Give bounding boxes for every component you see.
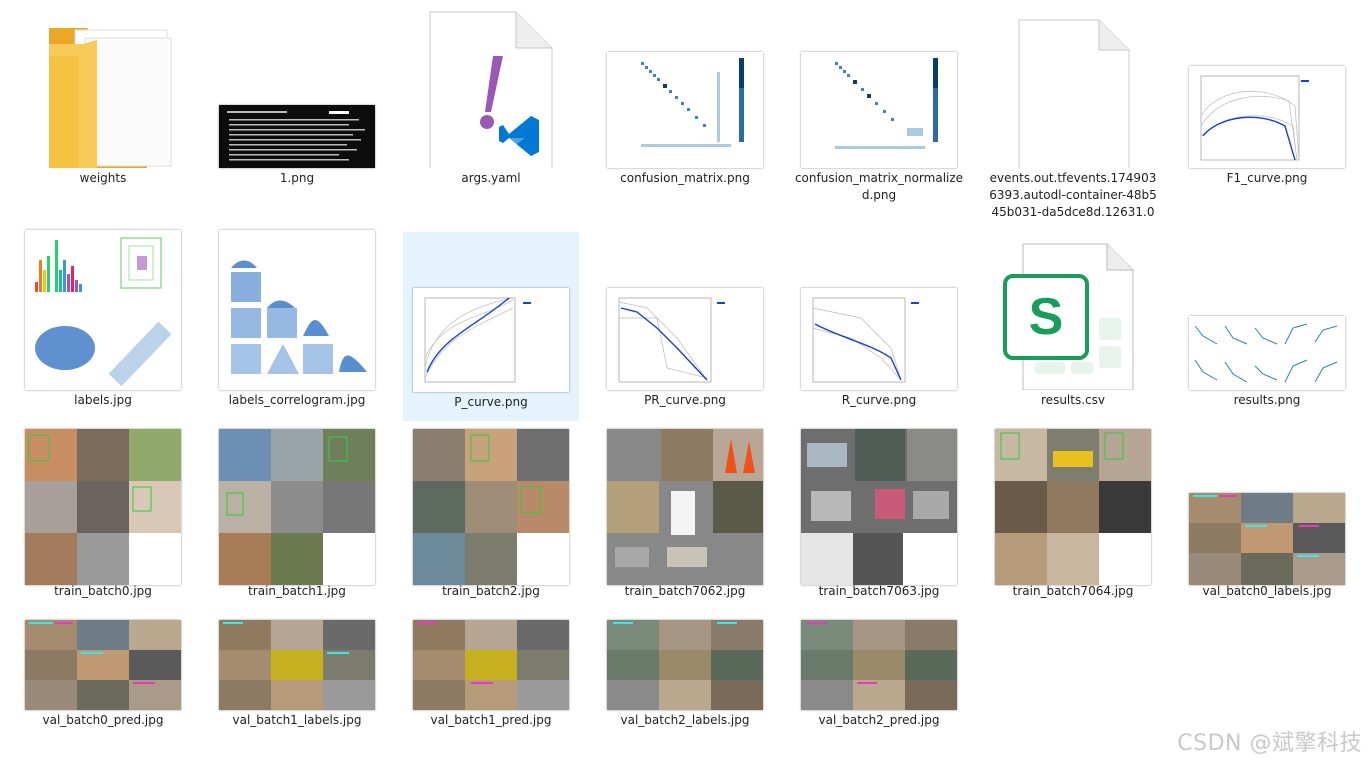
- file-label: P_curve.png: [454, 395, 528, 409]
- matrix-thumbnail: [607, 52, 763, 168]
- file-label: train_batch2.jpg: [442, 584, 540, 598]
- file-val-batch1-labels[interactable]: val_batch1_labels.jpg: [209, 612, 385, 729]
- file-pr-curve[interactable]: PR_curve.png: [597, 230, 773, 409]
- file-events-tfevents[interactable]: events.out.tfevents.1749036393.autodl-co…: [985, 8, 1161, 221]
- photo-mosaic-thumbnail: [219, 620, 375, 710]
- file-val-batch1-pred[interactable]: val_batch1_pred.jpg: [403, 612, 579, 729]
- photo-mosaic-thumbnail: [995, 429, 1151, 585]
- file-label: train_batch7062.jpg: [624, 584, 746, 598]
- photo-mosaic-thumbnail: [801, 429, 957, 585]
- yaml-vscode-icon: [413, 8, 569, 168]
- labels-thumbnail: [25, 230, 181, 390]
- file-val-batch0-pred[interactable]: val_batch0_pred.jpg: [15, 612, 191, 729]
- file-f1-curve[interactable]: F1_curve.png: [1179, 8, 1355, 187]
- file-train-batch7062[interactable]: train_batch7062.jpg: [597, 421, 773, 600]
- file-label: train_batch0.jpg: [54, 584, 152, 598]
- file-confusion-matrix-normalized[interactable]: confusion_matrix_normalized.png: [791, 8, 967, 204]
- watermark: CSDN @斌擎科技: [1177, 731, 1362, 756]
- file-label: val_batch2_labels.jpg: [620, 713, 750, 727]
- folder-icon: [25, 8, 181, 168]
- file-label: PR_curve.png: [644, 393, 726, 407]
- file-label: events.out.tfevents.1749036393.autodl-co…: [989, 171, 1157, 219]
- file-label: labels.jpg: [74, 393, 132, 407]
- file-label: confusion_matrix.png: [620, 171, 750, 185]
- photo-mosaic-thumbnail: [25, 620, 181, 710]
- curve-thumbnail: [607, 288, 763, 390]
- file-label: val_batch1_labels.jpg: [232, 713, 362, 727]
- photo-mosaic-thumbnail: [607, 429, 763, 585]
- file-label: 1.png: [279, 171, 315, 185]
- results-thumbnail: [1189, 316, 1345, 390]
- file-train-batch2[interactable]: train_batch2.jpg: [403, 421, 579, 600]
- file-label: val_batch2_pred.jpg: [818, 713, 940, 727]
- file-label: val_batch1_pred.jpg: [430, 713, 552, 727]
- file-results-png[interactable]: results.png: [1179, 230, 1355, 409]
- file-train-batch1[interactable]: train_batch1.jpg: [209, 421, 385, 600]
- photo-mosaic-thumbnail: [413, 620, 569, 710]
- photo-mosaic-thumbnail: [25, 429, 181, 585]
- terminal-thumbnail: [219, 105, 375, 168]
- file-label: R_curve.png: [841, 393, 917, 407]
- file-results-csv[interactable]: S results.csv: [985, 230, 1161, 409]
- file-labels-jpg[interactable]: labels.jpg: [15, 230, 191, 409]
- file-label: results.png: [1233, 393, 1301, 407]
- curve-thumbnail: [801, 288, 957, 390]
- file-label: labels_correlogram.jpg: [228, 393, 366, 407]
- file-label: train_batch7064.jpg: [1012, 584, 1134, 598]
- file-weights[interactable]: weights: [15, 8, 191, 187]
- file-train-batch7064[interactable]: train_batch7064.jpg: [985, 421, 1161, 600]
- file-label: F1_curve.png: [1226, 171, 1308, 185]
- file-label: weights: [79, 171, 127, 185]
- file-label: val_batch0_labels.jpg: [1202, 584, 1332, 598]
- file-label: results.csv: [1041, 393, 1105, 407]
- file-args-yaml[interactable]: args.yaml: [403, 8, 579, 187]
- file-val-batch2-pred[interactable]: val_batch2_pred.jpg: [791, 612, 967, 729]
- file-p-curve[interactable]: P_curve.png: [403, 232, 579, 421]
- photo-mosaic-thumbnail: [607, 620, 763, 710]
- file-label: train_batch1.jpg: [248, 584, 346, 598]
- svg-text:S: S: [1029, 288, 1064, 346]
- correlogram-thumbnail: [219, 230, 375, 390]
- file-label: args.yaml: [461, 171, 521, 185]
- file-val-batch2-labels[interactable]: val_batch2_labels.jpg: [597, 612, 773, 729]
- file-1-png[interactable]: 1.png: [209, 8, 385, 187]
- file-label: confusion_matrix_normalized.png: [794, 171, 964, 202]
- file-labels-correlogram[interactable]: labels_correlogram.jpg: [209, 230, 385, 409]
- spreadsheet-icon: S: [995, 230, 1151, 390]
- photo-mosaic-thumbnail: [219, 429, 375, 585]
- file-val-batch0-labels[interactable]: val_batch0_labels.jpg: [1179, 421, 1355, 600]
- file-train-batch0[interactable]: train_batch0.jpg: [15, 421, 191, 600]
- file-label: val_batch0_pred.jpg: [42, 713, 164, 727]
- photo-mosaic-thumbnail: [413, 429, 569, 585]
- file-r-curve[interactable]: R_curve.png: [791, 230, 967, 409]
- photo-mosaic-thumbnail: [801, 620, 957, 710]
- blank-file-icon: [995, 8, 1151, 168]
- curve-thumbnail: [413, 288, 569, 392]
- matrix-thumbnail: [801, 52, 957, 168]
- file-label: train_batch7063.jpg: [818, 584, 940, 598]
- file-confusion-matrix[interactable]: confusion_matrix.png: [597, 8, 773, 187]
- file-train-batch7063[interactable]: train_batch7063.jpg: [791, 421, 967, 600]
- photo-mosaic-thumbnail: [1189, 493, 1345, 585]
- curve-thumbnail: [1189, 66, 1345, 168]
